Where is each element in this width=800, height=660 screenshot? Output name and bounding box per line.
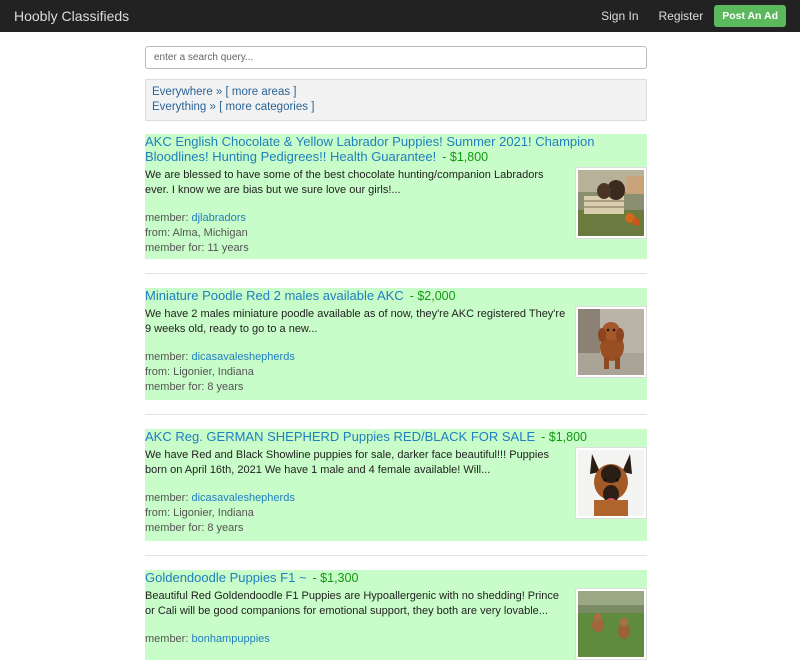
listing-description: We have 2 males miniature poodle availab… bbox=[145, 308, 566, 335]
listing-body: We have Red and Black Showline puppies f… bbox=[145, 447, 647, 536]
listing-price: - $2,000 bbox=[409, 289, 456, 303]
labrador-puppies-photo bbox=[578, 170, 644, 236]
site-brand-link[interactable]: Hoobly Classifieds bbox=[14, 8, 129, 24]
location-text: from: Ligonier, Indiana bbox=[145, 507, 254, 519]
listing-thumbnail[interactable] bbox=[575, 447, 647, 519]
listing-thumbnail[interactable] bbox=[575, 167, 647, 239]
listing-divider bbox=[145, 555, 647, 556]
listing-body: We are blessed to have some of the best … bbox=[145, 167, 647, 256]
listing-text: We are blessed to have some of the best … bbox=[145, 168, 575, 256]
listing-divider bbox=[145, 273, 647, 274]
listing-item: AKC English Chocolate & Yellow Labrador … bbox=[145, 134, 647, 259]
listing-title-row: Miniature Poodle Red 2 males available A… bbox=[145, 288, 647, 304]
member-label: member: bbox=[145, 212, 189, 224]
listing-text: Beautiful Red Goldendoodle F1 Puppies ar… bbox=[145, 589, 575, 660]
listing-list: AKC English Chocolate & Yellow Labrador … bbox=[145, 134, 647, 660]
location-text: from: Ligonier, Indiana bbox=[145, 366, 254, 378]
member-line: member: djlabradors bbox=[145, 211, 567, 226]
listing-meta: member: dicasavaleshepherds from: Ligoni… bbox=[145, 350, 567, 395]
main-content: Everywhere » [ more areas ] Everything »… bbox=[145, 46, 647, 660]
listing-description: We are blessed to have some of the best … bbox=[145, 169, 544, 196]
listing-text: We have 2 males miniature poodle availab… bbox=[145, 307, 575, 395]
register-link[interactable]: Register bbox=[659, 9, 704, 23]
listing-title-row: Goldendoodle Puppies F1 ~ - $1,300 bbox=[145, 570, 647, 586]
listing-description: We have Red and Black Showline puppies f… bbox=[145, 449, 549, 476]
listing-title-link[interactable]: AKC English Chocolate & Yellow Labrador … bbox=[145, 134, 594, 164]
listing-meta: member: dicasavaleshepherds from: Ligoni… bbox=[145, 491, 567, 536]
nav-right: Sign In Register Post An Ad bbox=[601, 5, 786, 27]
listing-title-row: AKC English Chocolate & Yellow Labrador … bbox=[145, 134, 647, 165]
member-label: member: bbox=[145, 492, 189, 504]
location-text: from: Alma, Michigan bbox=[145, 227, 248, 239]
listing-item: Goldendoodle Puppies F1 ~ - $1,300 Beauti… bbox=[145, 570, 647, 660]
search-input[interactable] bbox=[145, 46, 647, 69]
listing-meta: member: djlabradors from: Alma, Michigan… bbox=[145, 211, 567, 256]
listing-title-link[interactable]: Miniature Poodle Red 2 males available A… bbox=[145, 288, 404, 303]
breadcrumb-separator: » bbox=[215, 86, 223, 98]
listing-item: AKC Reg. GERMAN SHEPHERD Puppies RED/BLA… bbox=[145, 429, 647, 541]
post-ad-button[interactable]: Post An Ad bbox=[714, 5, 786, 27]
listing-thumbnail[interactable] bbox=[575, 306, 647, 378]
filter-box: Everywhere » [ more areas ] Everything »… bbox=[145, 79, 647, 121]
member-link[interactable]: djlabradors bbox=[191, 212, 245, 224]
member-link[interactable]: bonhampuppies bbox=[191, 633, 269, 645]
member-duration: member for: 8 years bbox=[145, 522, 244, 534]
member-duration: member for: 8 years bbox=[145, 381, 244, 393]
listing-divider bbox=[145, 414, 647, 415]
member-label: member: bbox=[145, 351, 189, 363]
more-categories-link[interactable]: [ more categories ] bbox=[219, 101, 314, 113]
sign-in-link[interactable]: Sign In bbox=[601, 9, 638, 23]
listing-text: We have Red and Black Showline puppies f… bbox=[145, 448, 575, 536]
member-line: member: dicasavaleshepherds bbox=[145, 350, 567, 365]
more-areas-link[interactable]: [ more areas ] bbox=[226, 86, 297, 98]
listing-title-link[interactable]: Goldendoodle Puppies F1 ~ bbox=[145, 570, 307, 585]
location-filter: Everywhere » [ more areas ] bbox=[152, 85, 640, 100]
member-link[interactable]: dicasavaleshepherds bbox=[191, 492, 294, 504]
poodle-puppy-photo bbox=[578, 309, 644, 375]
location-link[interactable]: Everywhere bbox=[152, 86, 213, 98]
listing-description: Beautiful Red Goldendoodle F1 Puppies ar… bbox=[145, 590, 559, 617]
listing-title-link[interactable]: AKC Reg. GERMAN SHEPHERD Puppies RED/BLA… bbox=[145, 429, 535, 444]
category-link[interactable]: Everything bbox=[152, 101, 206, 113]
listing-price: - $1,800 bbox=[442, 150, 489, 164]
listing-item: Miniature Poodle Red 2 males available A… bbox=[145, 288, 647, 400]
member-link[interactable]: dicasavaleshepherds bbox=[191, 351, 294, 363]
listing-body: Beautiful Red Goldendoodle F1 Puppies ar… bbox=[145, 588, 647, 660]
top-navbar: Hoobly Classifieds Sign In Register Post… bbox=[0, 0, 800, 32]
listing-thumbnail[interactable] bbox=[575, 588, 647, 660]
member-duration: member for: 11 years bbox=[145, 242, 249, 254]
breadcrumb-separator: » bbox=[209, 101, 216, 113]
goldendoodle-puppies-photo bbox=[578, 591, 644, 657]
member-line: member: dicasavaleshepherds bbox=[145, 491, 567, 506]
listing-body: We have 2 males miniature poodle availab… bbox=[145, 306, 647, 395]
german-shepherd-photo bbox=[578, 450, 644, 516]
listing-title-row: AKC Reg. GERMAN SHEPHERD Puppies RED/BLA… bbox=[145, 429, 647, 445]
member-label: member: bbox=[145, 633, 189, 645]
category-filter: Everything » [ more categories ] bbox=[152, 100, 640, 115]
listing-price: - $1,800 bbox=[541, 430, 587, 444]
listing-price: - $1,300 bbox=[312, 571, 359, 585]
